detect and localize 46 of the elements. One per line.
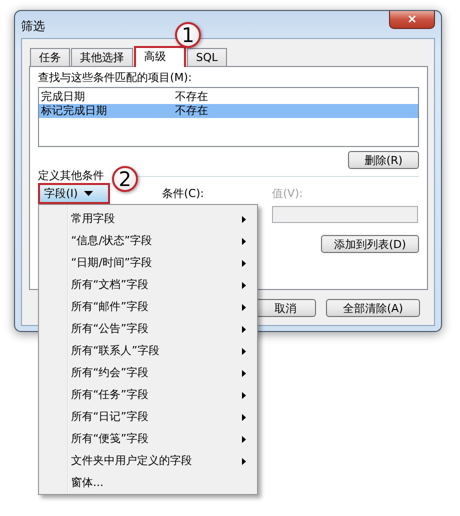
submenu-arrow-icon xyxy=(242,414,246,420)
submenu-arrow-icon xyxy=(242,392,246,398)
submenu-arrow-icon xyxy=(242,260,246,266)
selected-row[interactable]: 标记完成日期 不存在 xyxy=(39,104,418,118)
menu-item[interactable]: 所有“便笺”字段 xyxy=(71,432,148,446)
list-label: 查找与这些条件匹配的项目(M): xyxy=(38,71,192,85)
menu-item[interactable]: 文件夹中用户定义的字段 xyxy=(71,454,192,468)
condition-label: 条件(C): xyxy=(162,186,205,200)
window-title: 筛选 xyxy=(21,19,45,33)
close-button[interactable]: ✕ xyxy=(389,11,435,29)
submenu-arrow-icon xyxy=(242,458,246,464)
condition-cell: 不存在 xyxy=(175,104,208,118)
tab[interactable]: 任务 xyxy=(30,48,70,66)
menu-item[interactable]: 所有“任务”字段 xyxy=(71,388,148,402)
menu-item[interactable]: “日期/时间”字段 xyxy=(71,256,152,270)
clear-all-button[interactable]: 全部清除(A) xyxy=(326,299,420,317)
menu-item[interactable]: 常用字段 xyxy=(71,212,115,226)
tab[interactable]: 其他选择 xyxy=(71,48,133,66)
submenu-arrow-icon xyxy=(242,216,246,222)
submenu-arrow-icon xyxy=(242,304,246,310)
menu-item[interactable]: 所有“日记”字段 xyxy=(71,410,148,424)
tab[interactable]: SQL xyxy=(187,48,227,66)
submenu-arrow-icon xyxy=(242,436,246,442)
field-cell-text: 完成日期 xyxy=(41,90,86,104)
menu-item[interactable]: “信息/状态”字段 xyxy=(71,234,152,248)
menu-item[interactable]: 所有“邮件”字段 xyxy=(71,300,148,314)
submenu-arrow-icon xyxy=(242,282,246,288)
field-cell-text: 标记完成日期 xyxy=(41,104,108,118)
submenu-arrow-icon xyxy=(242,348,246,354)
menu-item[interactable]: 所有“公告”字段 xyxy=(71,322,148,336)
cancel-button[interactable]: 取消 xyxy=(255,299,316,317)
submenu-arrow-icon xyxy=(242,370,246,376)
menu-item[interactable]: 所有“约会”字段 xyxy=(71,366,148,380)
menu-item[interactable]: 所有“文档”字段 xyxy=(71,278,148,292)
field-button[interactable]: 字段(I) xyxy=(38,183,110,204)
submenu-arrow-icon xyxy=(242,238,246,244)
condition-cell: 不存在 xyxy=(175,90,208,104)
menu-item[interactable]: 所有“联系人”字段 xyxy=(71,344,160,358)
section-label: 定义其他条件 xyxy=(38,169,104,183)
submenu-arrow-icon xyxy=(242,326,246,332)
tab[interactable]: 高级 xyxy=(134,46,186,67)
caret-icon xyxy=(84,191,93,196)
delete-button[interactable]: 删除(R) xyxy=(348,151,419,169)
add-to-list-button[interactable]: 添加到列表(D) xyxy=(321,235,419,253)
menu-item[interactable]: 窗体... xyxy=(71,476,104,490)
value-label: 值(V): xyxy=(272,186,303,200)
